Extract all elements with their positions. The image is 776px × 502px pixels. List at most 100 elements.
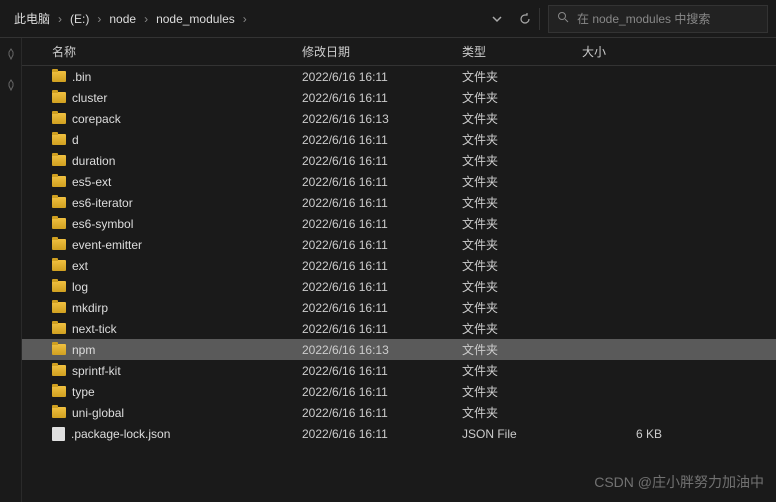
file-size: 6 KB <box>582 427 662 441</box>
column-headers: 名称 修改日期 类型 大小 <box>22 38 776 66</box>
file-date: 2022/6/16 16:11 <box>302 280 462 294</box>
file-date: 2022/6/16 16:11 <box>302 364 462 378</box>
file-type: 文件夹 <box>462 215 582 232</box>
folder-icon <box>52 71 66 82</box>
file-name: ext <box>72 259 88 273</box>
file-type: 文件夹 <box>462 131 582 148</box>
table-row[interactable]: next-tick2022/6/16 16:11文件夹 <box>22 318 776 339</box>
chevron-right-icon: › <box>56 12 64 26</box>
file-name-cell: cluster <box>52 91 302 105</box>
file-name: npm <box>72 343 95 357</box>
pin-icon[interactable] <box>5 48 17 63</box>
table-row[interactable]: .bin2022/6/16 16:11文件夹 <box>22 66 776 87</box>
file-name-cell: d <box>52 133 302 147</box>
folder-icon <box>52 365 66 376</box>
file-name: log <box>72 280 88 294</box>
table-row[interactable]: log 2022/6/16 16:11文件夹 <box>22 276 776 297</box>
breadcrumb-dropdown[interactable] <box>483 5 511 33</box>
search-input[interactable]: 在 node_modules 中搜索 <box>548 5 768 33</box>
file-name-cell: es6-symbol <box>52 217 302 231</box>
table-row[interactable]: .package-lock.json2022/6/16 16:11JSON Fi… <box>22 423 776 444</box>
table-row[interactable]: type 2022/6/16 16:11文件夹 <box>22 381 776 402</box>
file-date: 2022/6/16 16:11 <box>302 91 462 105</box>
folder-icon <box>52 239 66 250</box>
file-date: 2022/6/16 16:11 <box>302 133 462 147</box>
table-row[interactable]: es5-ext2022/6/16 16:11文件夹 <box>22 171 776 192</box>
table-row[interactable]: sprintf-kit2022/6/16 16:11文件夹 <box>22 360 776 381</box>
file-type: 文件夹 <box>462 68 582 85</box>
file-type: 文件夹 <box>462 152 582 169</box>
search-icon <box>557 11 569 26</box>
chevron-right-icon: › <box>142 12 150 26</box>
file-type: JSON File <box>462 427 582 441</box>
breadcrumb-item[interactable]: (E:) <box>64 8 95 30</box>
chevron-right-icon: › <box>95 12 103 26</box>
search-placeholder: 在 node_modules 中搜索 <box>577 10 710 27</box>
folder-icon <box>52 218 66 229</box>
file-name: es6-symbol <box>72 217 133 231</box>
file-name-cell: npm <box>52 343 302 357</box>
column-header-type[interactable]: 类型 <box>462 43 582 60</box>
file-type: 文件夹 <box>462 341 582 358</box>
table-row[interactable]: d 2022/6/16 16:11文件夹 <box>22 129 776 150</box>
column-header-name[interactable]: 名称 <box>52 43 302 60</box>
table-row[interactable]: corepack2022/6/16 16:13文件夹 <box>22 108 776 129</box>
file-name: duration <box>72 154 115 168</box>
table-row[interactable]: ext 2022/6/16 16:11文件夹 <box>22 255 776 276</box>
file-name-cell: es6-iterator <box>52 196 302 210</box>
breadcrumb-item[interactable]: node <box>103 8 142 30</box>
file-date: 2022/6/16 16:11 <box>302 259 462 273</box>
watermark: CSDN @庄小胖努力加油中 <box>594 472 764 492</box>
file-date: 2022/6/16 16:11 <box>302 385 462 399</box>
folder-icon <box>52 302 66 313</box>
folder-icon <box>52 344 66 355</box>
file-rows: .bin2022/6/16 16:11文件夹cluster2022/6/16 1… <box>22 66 776 444</box>
table-row[interactable]: es6-iterator 2022/6/16 16:11文件夹 <box>22 192 776 213</box>
file-date: 2022/6/16 16:11 <box>302 406 462 420</box>
table-row[interactable]: es6-symbol2022/6/16 16:11文件夹 <box>22 213 776 234</box>
file-date: 2022/6/16 16:11 <box>302 70 462 84</box>
toolbar: 此电脑›(E:)›node›node_modules› 在 node_modul… <box>0 0 776 38</box>
file-type: 文件夹 <box>462 194 582 211</box>
file-type: 文件夹 <box>462 257 582 274</box>
file-type: 文件夹 <box>462 383 582 400</box>
folder-icon <box>52 260 66 271</box>
breadcrumb-item[interactable]: 此电脑 <box>8 6 56 31</box>
folder-icon <box>52 134 66 145</box>
pin-icon[interactable] <box>5 79 17 94</box>
table-row[interactable]: uni-global2022/6/16 16:11文件夹 <box>22 402 776 423</box>
file-name-cell: type <box>52 385 302 399</box>
file-date: 2022/6/16 16:11 <box>302 196 462 210</box>
file-date: 2022/6/16 16:11 <box>302 301 462 315</box>
column-header-size[interactable]: 大小 <box>582 43 662 60</box>
column-header-date[interactable]: 修改日期 <box>302 43 462 60</box>
table-row[interactable]: event-emitter2022/6/16 16:11文件夹 <box>22 234 776 255</box>
file-name: event-emitter <box>72 238 142 252</box>
table-row[interactable]: duration2022/6/16 16:11文件夹 <box>22 150 776 171</box>
file-type: 文件夹 <box>462 89 582 106</box>
folder-icon <box>52 197 66 208</box>
table-row[interactable]: cluster2022/6/16 16:11文件夹 <box>22 87 776 108</box>
breadcrumb-item[interactable]: node_modules <box>150 8 241 30</box>
refresh-button[interactable] <box>511 5 539 33</box>
file-name-cell: .package-lock.json <box>52 427 302 441</box>
folder-icon <box>52 92 66 103</box>
file-name-cell: corepack <box>52 112 302 126</box>
file-name-cell: .bin <box>52 70 302 84</box>
file-name: uni-global <box>72 406 124 420</box>
file-type: 文件夹 <box>462 278 582 295</box>
file-type: 文件夹 <box>462 362 582 379</box>
left-navigation-strip <box>0 38 22 502</box>
table-row[interactable]: mkdirp2022/6/16 16:11文件夹 <box>22 297 776 318</box>
folder-icon <box>52 113 66 124</box>
file-name-cell: next-tick <box>52 322 302 336</box>
folder-icon <box>52 176 66 187</box>
file-date: 2022/6/16 16:13 <box>302 112 462 126</box>
file-name: d <box>72 133 79 147</box>
file-name: type <box>72 385 95 399</box>
file-name: corepack <box>72 112 121 126</box>
file-list-panel: 名称 修改日期 类型 大小 .bin2022/6/16 16:11文件夹clus… <box>22 38 776 502</box>
file-name: es6-iterator <box>72 196 133 210</box>
file-date: 2022/6/16 16:11 <box>302 175 462 189</box>
table-row[interactable]: npm2022/6/16 16:13文件夹 <box>22 339 776 360</box>
